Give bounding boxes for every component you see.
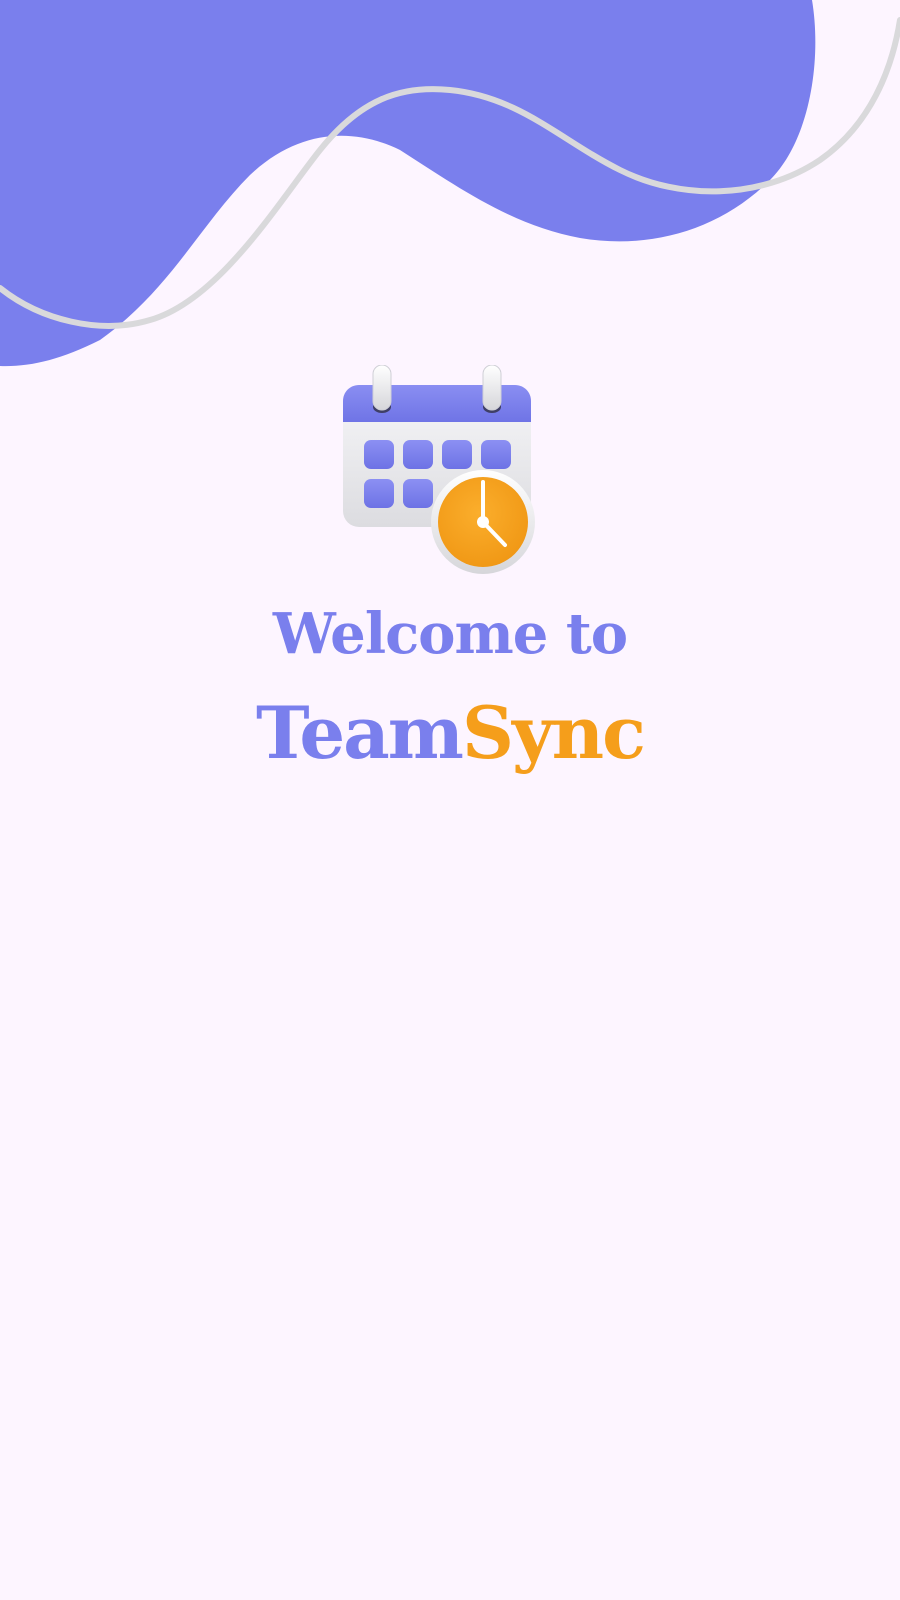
brand-name-sync: Sync — [461, 690, 646, 775]
welcome-heading: Welcome to — [0, 598, 900, 670]
brand-name: TeamSync — [0, 690, 900, 776]
brand-name-team: Team — [256, 690, 464, 775]
calendar-clock-icon — [343, 365, 535, 574]
welcome-text: Welcome to — [272, 601, 628, 667]
wave-blob — [0, 0, 816, 367]
splash-screen: Welcome to TeamSync — [0, 0, 900, 1600]
top-wave-decoration — [0, 0, 900, 367]
